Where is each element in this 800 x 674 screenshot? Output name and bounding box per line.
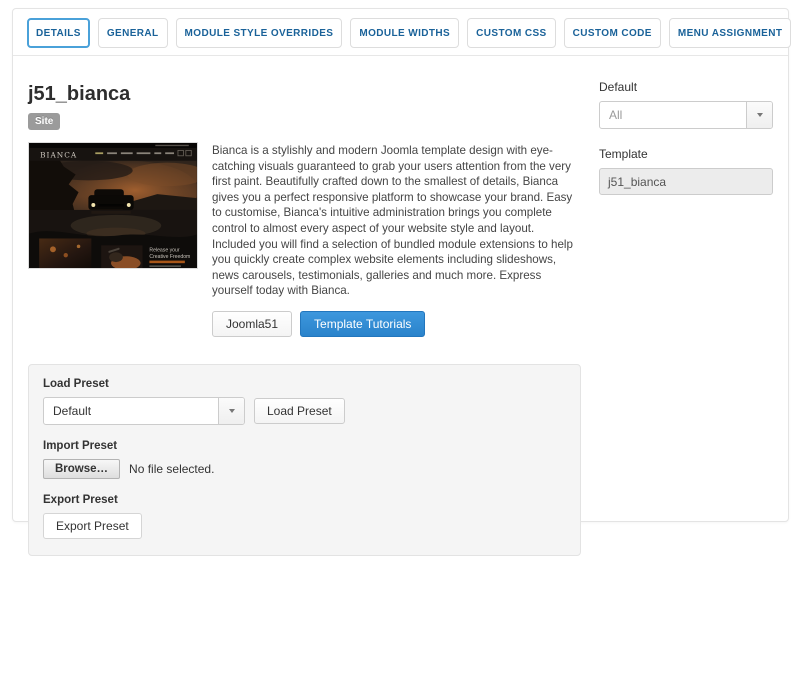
tab-module-style-overrides[interactable]: MODULE STYLE OVERRIDES [175,18,343,48]
template-description: Bianca is a stylishly and modern Joomla … [212,144,573,298]
template-links-row: Joomla51 Template Tutorials [212,310,581,337]
thumb-logo: BIANCA [40,150,77,159]
thumb-tagline-1: Release your [149,247,179,253]
load-preset-select[interactable]: Default [43,396,245,425]
right-column: Default All Template j51_bianca [599,70,773,556]
site-badge: Site [28,113,61,130]
browse-file-button[interactable]: Browse… [43,458,121,479]
tab-general[interactable]: GENERAL [97,18,168,48]
joomla51-button[interactable]: Joomla51 [212,310,293,337]
tabstrip: DETAILS GENERAL MODULE STYLE OVERRIDES M… [13,9,792,56]
default-label: Default [599,80,638,94]
default-selected-value: All [609,108,623,122]
template-name-field[interactable]: j51_bianca [599,168,773,195]
details-content: j51_bianca Site Release your Creative Fr… [13,56,788,556]
default-select[interactable]: All [599,101,773,129]
load-preset-label: Load Preset [43,377,109,390]
import-preset-label: Import Preset [43,439,118,452]
tab-details[interactable]: DETAILS [27,18,90,48]
load-preset-row: Default Load Preset [43,396,566,425]
file-status-text: No file selected. [129,461,215,476]
import-preset-file-row: Browse… No file selected. [43,458,566,479]
caret-down-icon [218,397,244,424]
load-preset-button[interactable]: Load Preset [254,397,345,424]
template-media-row: Release your Creative Freedom BIANCA Bia… [28,142,581,299]
load-preset-selected-value: Default [53,403,92,418]
template-tutorials-button[interactable]: Template Tutorials [300,310,426,337]
template-preview-image: Release your Creative Freedom BIANCA [29,143,197,268]
tab-module-widths[interactable]: MODULE WIDTHS [350,18,460,48]
caret-down-icon [746,102,772,128]
export-preset-label: Export Preset [43,493,118,506]
left-column: j51_bianca Site Release your Creative Fr… [28,70,581,556]
preset-panel: Load Preset Default Load Preset Import P… [28,363,581,556]
tab-custom-css[interactable]: CUSTOM CSS [467,18,556,48]
template-label: Template [599,147,648,161]
page-title: j51_bianca [28,83,131,105]
export-preset-button[interactable]: Export Preset [43,512,142,539]
thumb-tagline-2: Creative Freedom [149,254,190,260]
template-thumbnail: Release your Creative Freedom BIANCA [28,142,198,269]
tab-custom-code[interactable]: CUSTOM CODE [563,18,661,48]
template-style-panel: DETAILS GENERAL MODULE STYLE OVERRIDES M… [12,8,792,556]
tab-menu-assignment[interactable]: MENU ASSIGNMENT [668,18,792,48]
